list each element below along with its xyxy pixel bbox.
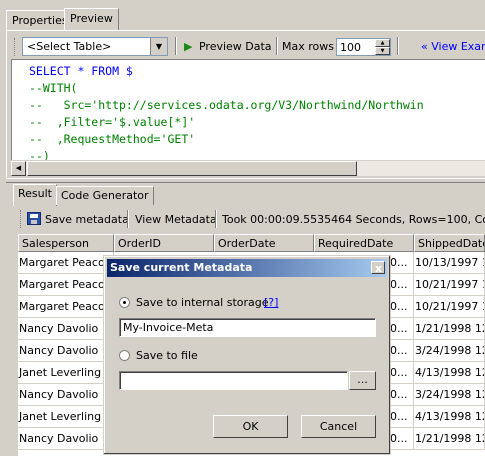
tab-preview-label: Preview: [70, 12, 113, 25]
table-cell[interactable]: 0...: [389, 318, 414, 340]
max-rows-label: Max rows: [282, 40, 334, 53]
editor-line: -- ,Filter='$.value[*]': [29, 115, 196, 129]
table-cell[interactable]: 10/21/1997 1: [414, 274, 485, 296]
editor-line: -- Src='http://services.odata.org/V3/Nor…: [29, 98, 424, 112]
tab-properties-label: Properties: [12, 14, 68, 27]
save-metadata-button[interactable]: Save metadata: [45, 213, 129, 226]
table-cell[interactable]: Janet Leverling: [18, 362, 114, 384]
table-cell[interactable]: 0...: [389, 384, 414, 406]
view-metadata-button[interactable]: View Metadata: [135, 213, 217, 226]
help-link[interactable]: [?]: [264, 296, 278, 309]
tab-code-generator-label: Code Generator: [61, 189, 149, 202]
cancel-button[interactable]: Cancel: [301, 415, 376, 438]
status-text: Took 00:00:09.5535464 Seconds, Rows=100,…: [222, 213, 485, 226]
save-metadata-dialog: Save current Metadata x Save to internal…: [103, 255, 391, 455]
radio-internal-storage[interactable]: [119, 297, 130, 308]
cancel-label: Cancel: [319, 420, 358, 433]
table-cell[interactable]: 3/24/1998 12: [414, 340, 485, 362]
spin-down-icon[interactable]: ▼: [375, 47, 390, 55]
editor-line: --): [29, 149, 50, 160]
close-icon[interactable]: x: [371, 261, 385, 274]
play-icon: ▶: [184, 40, 193, 53]
table-cell[interactable]: 0...: [389, 274, 414, 296]
spin-up-icon[interactable]: ▲: [375, 39, 390, 47]
splitter[interactable]: [6, 178, 485, 183]
preview-data-label: Preview Data: [198, 40, 272, 53]
view-example-link[interactable]: « View Examp: [421, 40, 485, 53]
editor-line: SELECT * FROM $: [29, 64, 133, 78]
table-cell[interactable]: 1/21/1998 12: [414, 318, 485, 340]
chevron-down-icon[interactable]: ▼: [150, 38, 167, 55]
table-cell[interactable]: Nancy Davolio: [18, 318, 114, 340]
save-icon: [27, 212, 41, 225]
tab-code-generator[interactable]: Code Generator: [56, 186, 154, 205]
browse-label: ...: [357, 373, 368, 386]
table-cell[interactable]: 0...: [389, 340, 414, 362]
table-cell[interactable]: 10/21/1997 1: [414, 296, 485, 318]
table-cell[interactable]: 4/13/1998 12: [414, 362, 485, 384]
table-cell[interactable]: 1/21/1998 12: [414, 428, 485, 450]
radio-save-to-file-label[interactable]: Save to file: [136, 349, 198, 362]
radio-save-to-file[interactable]: [119, 350, 130, 361]
scroll-thumb[interactable]: [27, 161, 357, 176]
file-path-input[interactable]: [119, 371, 348, 390]
table-select-value: <Select Table>: [27, 40, 112, 53]
table-cell[interactable]: 0...: [389, 406, 414, 428]
max-rows-value: 100: [340, 41, 361, 54]
tab-result-label: Result: [18, 187, 52, 200]
max-rows-spinner[interactable]: 100 ▲ ▼: [336, 38, 391, 56]
browse-button[interactable]: ...: [349, 371, 376, 390]
ok-label: OK: [242, 420, 259, 433]
radio-internal-storage-label[interactable]: Save to internal storage: [136, 296, 269, 309]
toolbar-separator: [397, 37, 399, 55]
table-cell[interactable]: 0...: [389, 428, 414, 450]
internal-storage-name-value: My-Invoice-Meta: [123, 321, 214, 334]
internal-storage-name-input[interactable]: My-Invoice-Meta: [119, 318, 376, 337]
table-select[interactable]: <Select Table> ▼: [22, 37, 168, 56]
table-cell[interactable]: 10/13/1997 1: [414, 252, 485, 274]
dialog-titlebar[interactable]: Save current Metadata x: [107, 259, 387, 277]
column-header-requireddate[interactable]: RequiredDate: [314, 234, 414, 252]
column-header-shippeddate[interactable]: ShippedDate: [414, 234, 485, 252]
column-header-salesperson[interactable]: Salesperson: [18, 234, 114, 252]
table-cell[interactable]: 3/24/1998 12: [414, 384, 485, 406]
table-cell[interactable]: 0...: [389, 252, 414, 274]
dialog-title: Save current Metadata: [110, 261, 253, 274]
editor-hscrollbar[interactable]: ◀: [11, 161, 485, 176]
toolbar-separator: [175, 37, 177, 55]
tab-result[interactable]: Result: [13, 184, 57, 206]
toolbar-grip[interactable]: [14, 38, 18, 56]
toolbar-separator: [276, 37, 278, 55]
preview-data-button[interactable]: ▶ Preview Data: [184, 40, 272, 53]
query-editor[interactable]: SELECT * FROM $ --WITH( -- Src='http://s…: [11, 59, 485, 160]
toolbar-grip[interactable]: [20, 210, 24, 228]
table-cell[interactable]: 4/13/1998 12: [414, 406, 485, 428]
toolbar-separator: [127, 210, 129, 228]
scroll-left-icon[interactable]: ◀: [11, 161, 26, 176]
tab-preview[interactable]: Preview: [64, 8, 119, 32]
toolbar-separator: [215, 210, 217, 228]
table-cell[interactable]: Nancy Davolio: [18, 340, 114, 362]
column-header-orderid[interactable]: OrderID: [114, 234, 214, 252]
ok-button[interactable]: OK: [213, 415, 288, 438]
close-glyph: x: [375, 262, 383, 275]
editor-line: --WITH(: [29, 81, 78, 95]
table-cell[interactable]: Nancy Davolio: [18, 384, 114, 406]
table-cell[interactable]: 0...: [389, 362, 414, 384]
table-cell[interactable]: Nancy Davolio: [18, 428, 114, 450]
column-header-orderdate[interactable]: OrderDate: [214, 234, 314, 252]
table-cell[interactable]: Margaret Peacock: [18, 274, 114, 296]
table-cell[interactable]: 0...: [389, 296, 414, 318]
editor-line: -- ,RequestMethod='GET': [29, 132, 196, 146]
table-cell[interactable]: Janet Leverling: [18, 406, 114, 428]
table-cell[interactable]: Margaret Peacock: [18, 252, 114, 274]
table-cell[interactable]: Margaret Peacock: [18, 296, 114, 318]
